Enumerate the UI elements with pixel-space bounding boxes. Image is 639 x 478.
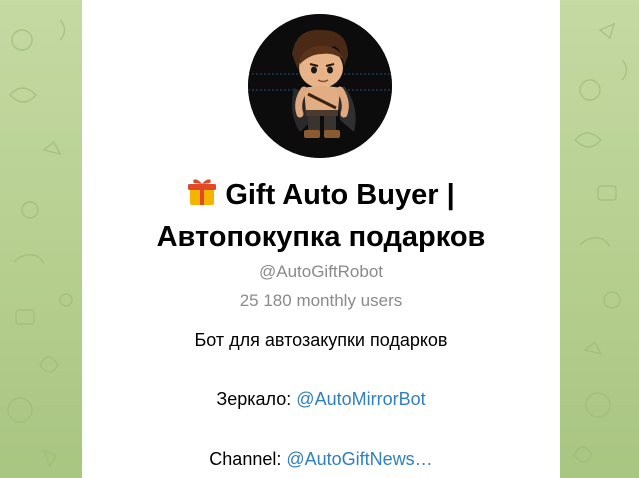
bot-description: Бот для автозакупки подарков [194,330,448,350]
mirror-line: Зеркало: @AutoMirrorBot [82,388,560,410]
channel-line: Channel: @AutoGiftNews… [82,448,560,470]
mirror-label: Зеркало: [216,389,292,409]
gift-icon [187,177,217,218]
channel-label: Channel: [209,449,282,469]
bot-avatar[interactable] [248,14,392,158]
bot-username: @AutoGiftRobot [258,262,384,281]
bot-title: Gift Auto Buyer | Автопокупка подарков [92,176,550,257]
mirror-bot-link[interactable]: @AutoMirrorBot [296,389,425,409]
monthly-users-count: 25 180 monthly users [239,291,403,310]
bot-profile-card: Gift Auto Buyer | Автопокупка подарков @… [82,0,560,478]
character-avatar-image [248,14,392,158]
channel-link[interactable]: @AutoGiftNews… [286,449,432,469]
